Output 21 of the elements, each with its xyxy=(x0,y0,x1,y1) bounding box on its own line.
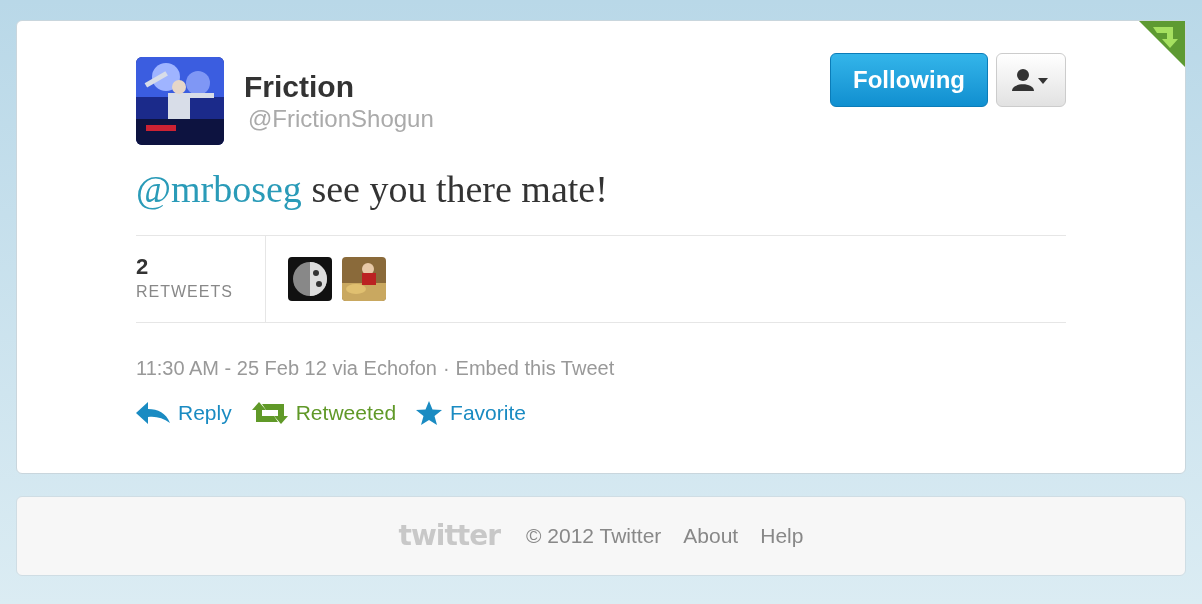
user-menu-button[interactable] xyxy=(996,53,1066,107)
retweet-count[interactable]: 2 xyxy=(136,254,265,280)
star-icon xyxy=(416,400,443,425)
retweets-label[interactable]: RETWEETS xyxy=(136,280,265,304)
mention-link[interactable]: @mrboseg xyxy=(136,168,302,210)
embed-link[interactable]: Embed this Tweet xyxy=(455,353,615,383)
following-button[interactable]: Following xyxy=(830,53,988,107)
reply-icon xyxy=(136,401,170,424)
author-name[interactable]: Friction xyxy=(244,69,434,105)
retweet-button[interactable]: Retweeted xyxy=(251,397,397,429)
retweet-icon xyxy=(251,401,288,424)
favorite-button[interactable]: Favorite xyxy=(416,397,526,429)
separator-dot: · xyxy=(442,356,450,381)
tweet-text: @mrboseg see you there mate! xyxy=(136,167,609,212)
footer-link[interactable]: © 2012 Twitter xyxy=(526,520,662,552)
footer-link[interactable]: Help xyxy=(760,520,804,552)
user-icon xyxy=(1012,69,1050,91)
footer-link[interactable]: About xyxy=(683,520,739,552)
tweet-timestamp[interactable]: 11:30 AM - 25 Feb 12 via Echofon xyxy=(136,353,437,383)
reply-button[interactable]: Reply xyxy=(136,397,232,429)
author-handle[interactable]: @FrictionShogun xyxy=(248,105,434,133)
